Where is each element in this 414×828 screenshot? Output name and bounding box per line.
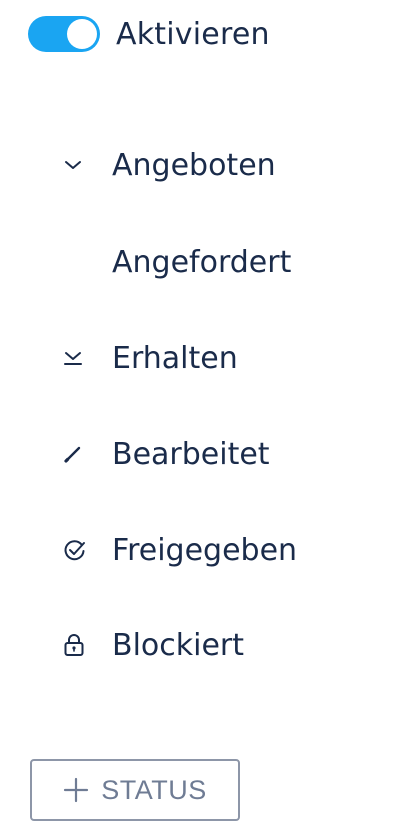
- activate-toggle-label: Aktivieren: [116, 16, 270, 52]
- status-item-angeboten[interactable]: Angeboten: [62, 141, 276, 189]
- add-status-button[interactable]: STATUS: [30, 759, 240, 821]
- status-item-label: Bearbeitet: [112, 436, 270, 472]
- lock-icon: [62, 628, 96, 662]
- chevron-down-icon: [62, 148, 96, 182]
- status-item-label: Angeboten: [112, 147, 276, 183]
- status-item-label: Erhalten: [112, 340, 238, 376]
- add-status-label: STATUS: [101, 774, 207, 805]
- status-item-label: Freigegeben: [112, 532, 298, 568]
- plus-icon: [64, 777, 89, 803]
- status-item-blockiert[interactable]: Blockiert: [62, 621, 244, 669]
- empty-icon-slot: [62, 245, 96, 279]
- status-item-label: Blockiert: [112, 627, 245, 663]
- check-circle-icon: [62, 533, 96, 567]
- download-icon: [62, 341, 96, 375]
- status-item-bearbeitet[interactable]: Bearbeitet: [62, 430, 270, 478]
- status-item-label: Angefordert: [112, 244, 292, 280]
- status-item-erhalten[interactable]: Erhalten: [62, 334, 238, 382]
- status-item-angefordert[interactable]: Angefordert: [62, 238, 291, 286]
- toggle-knob: [67, 19, 97, 49]
- pencil-icon: [62, 437, 96, 471]
- status-item-freigegeben[interactable]: Freigegeben: [62, 526, 297, 574]
- activate-toggle-row: Aktivieren: [28, 10, 270, 58]
- activate-toggle[interactable]: [28, 16, 100, 52]
